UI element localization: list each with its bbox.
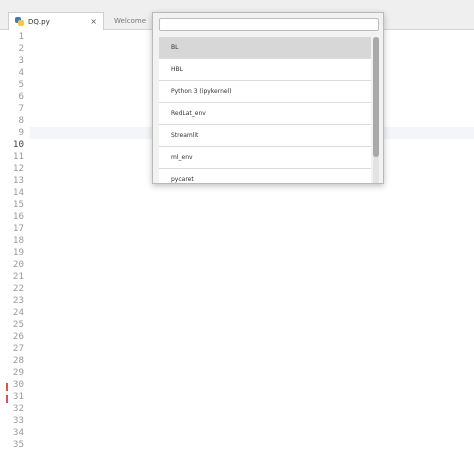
line-number: 13: [12, 175, 24, 186]
line-number: 25: [12, 319, 24, 330]
scrollbar-thumb[interactable]: [373, 37, 379, 157]
close-icon[interactable]: ×: [90, 17, 97, 26]
line-number: 4: [18, 67, 24, 78]
line-number: 18: [12, 235, 24, 246]
toolbar-strip: [152, 0, 384, 12]
kernel-item-python3[interactable]: Python 3 (ipykernel): [159, 81, 371, 103]
line-number: 24: [12, 307, 24, 318]
kernel-select-popup[interactable]: BL HBL Python 3 (ipykernel) RedLat_env S…: [152, 12, 384, 184]
line-number: 34: [12, 427, 24, 438]
line-number: 9: [18, 127, 24, 138]
line-number: 10: [12, 139, 24, 150]
line-number-gutter: 1 2 3 4 5 6 7 8 9 10 11 12 13 14 15 16 1…: [0, 31, 30, 452]
tab-label: Welcome: [114, 17, 147, 25]
kernel-list-scrollbar[interactable]: [373, 37, 379, 183]
kernel-item-redlat-env[interactable]: RedLat_env: [159, 103, 371, 125]
line-number: 5: [18, 79, 24, 90]
line-number: 3: [18, 55, 24, 66]
line-number: 32: [12, 403, 24, 414]
line-number: 17: [12, 223, 24, 234]
line-number: 35: [12, 439, 24, 450]
line-number: 22: [12, 283, 24, 294]
line-number: 6: [18, 91, 24, 102]
line-number: 11: [12, 151, 24, 162]
kernel-item-hbl[interactable]: HBL: [159, 59, 371, 81]
line-number: 33: [12, 415, 24, 426]
line-number: 12: [12, 163, 24, 174]
kernel-list: BL HBL Python 3 (ipykernel) RedLat_env S…: [159, 37, 371, 183]
python-file-icon: [15, 17, 24, 26]
line-number: 30: [12, 379, 24, 390]
line-number: 7: [18, 103, 24, 114]
kernel-item-bl[interactable]: BL: [159, 37, 371, 59]
line-number: 14: [12, 187, 24, 198]
line-number: 21: [12, 271, 24, 282]
kernel-search-input[interactable]: [159, 18, 379, 31]
line-number: 1: [18, 31, 24, 42]
line-number: 16: [12, 211, 24, 222]
line-number: 20: [12, 259, 24, 270]
kernel-item-streamlit[interactable]: Streamlit: [159, 125, 371, 147]
change-marker: [6, 383, 8, 391]
kernel-item-pycaret[interactable]: pycaret: [159, 169, 371, 183]
change-marker: [6, 395, 8, 403]
line-number: 15: [12, 199, 24, 210]
tab-label: DQ.py: [28, 17, 50, 26]
line-number: 23: [12, 295, 24, 306]
line-number: 26: [12, 331, 24, 342]
line-number: 31: [12, 391, 24, 402]
line-number: 8: [18, 115, 24, 126]
tab-dq-py[interactable]: DQ.py ×: [8, 12, 104, 30]
line-number: 29: [12, 367, 24, 378]
line-number: 19: [12, 247, 24, 258]
line-number: 27: [12, 343, 24, 354]
line-number: 28: [12, 355, 24, 366]
kernel-item-ml-env[interactable]: ml_env: [159, 147, 371, 169]
line-number: 2: [18, 43, 24, 54]
